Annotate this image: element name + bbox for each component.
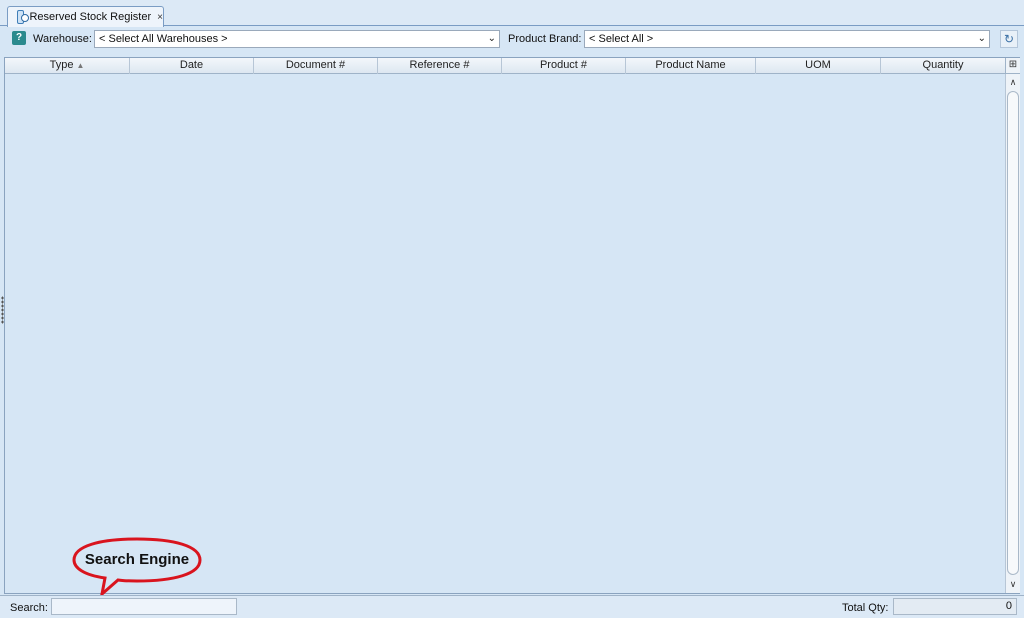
- search-engine-callout: Search Engine: [72, 536, 202, 598]
- product-brand-select[interactable]: < Select All > ⌄: [584, 30, 990, 48]
- product-brand-select-value: < Select All >: [589, 33, 654, 45]
- total-qty-value: 0: [893, 598, 1017, 615]
- tab-reserved-stock-register[interactable]: Reserved Stock Register ×: [7, 6, 164, 27]
- column-header-quantity[interactable]: Quantity: [881, 58, 1005, 74]
- column-chooser-icon[interactable]: ⊞: [1005, 58, 1020, 74]
- sort-ascending-icon: ▲: [76, 61, 85, 70]
- column-header-uom[interactable]: UOM: [756, 58, 881, 74]
- search-input[interactable]: [51, 598, 237, 615]
- column-header-date[interactable]: Date: [130, 58, 254, 74]
- help-icon[interactable]: ?: [12, 31, 26, 45]
- chevron-down-icon: ⌄: [977, 33, 986, 44]
- status-bar: Search: Total Qty: 0: [0, 595, 1024, 618]
- column-header-reference[interactable]: Reference #: [378, 58, 502, 74]
- scrollbar-thumb[interactable]: [1007, 91, 1019, 575]
- vertical-scrollbar[interactable]: ∧ ∨: [1005, 74, 1020, 593]
- chevron-down-icon: ⌄: [487, 33, 496, 44]
- tab-title: Reserved Stock Register: [29, 11, 152, 23]
- grid-header: Type ▲ Date Document # Reference # Produc…: [5, 58, 1005, 74]
- warehouse-label: Warehouse:: [33, 33, 92, 45]
- column-header-product-name[interactable]: Product Name: [626, 58, 756, 74]
- warehouse-select[interactable]: < Select All Warehouses > ⌄: [94, 30, 500, 48]
- column-header-document[interactable]: Document #: [254, 58, 378, 74]
- scroll-down-icon[interactable]: ∨: [1006, 577, 1020, 591]
- tab-strip: Reserved Stock Register ×: [0, 0, 1024, 27]
- callout-text: Search Engine: [84, 551, 190, 568]
- column-header-type[interactable]: Type ▲: [5, 58, 130, 74]
- search-label: Search:: [10, 602, 48, 614]
- refresh-icon[interactable]: ↻: [1000, 30, 1018, 48]
- reserved-stock-grid: Type ▲ Date Document # Reference # Produc…: [4, 57, 1020, 594]
- filter-bar: ? Warehouse: < Select All Warehouses > ⌄…: [0, 28, 1024, 52]
- scroll-up-icon[interactable]: ∧: [1006, 75, 1020, 89]
- column-header-product-number[interactable]: Product #: [502, 58, 626, 74]
- close-icon[interactable]: ×: [157, 12, 163, 23]
- warehouse-select-value: < Select All Warehouses >: [99, 33, 228, 45]
- total-qty-label: Total Qty:: [842, 602, 889, 614]
- register-icon: [17, 10, 30, 24]
- product-brand-label: Product Brand:: [508, 33, 582, 45]
